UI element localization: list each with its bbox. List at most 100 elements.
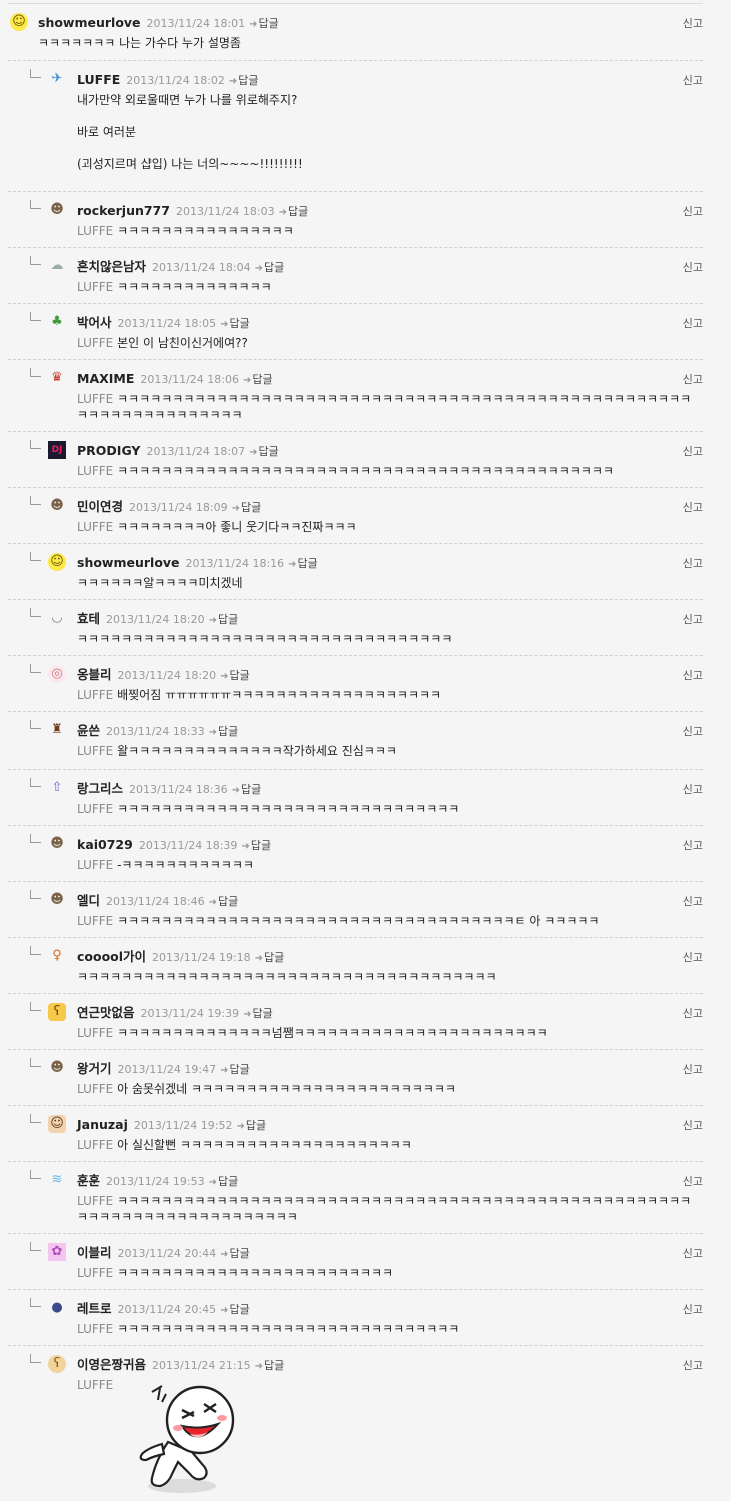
avatar-smiley-icon[interactable]: ☺ <box>48 553 66 571</box>
report-button[interactable]: 신고 <box>683 203 703 219</box>
mention-target[interactable]: LUFFE <box>77 392 113 406</box>
reply-button[interactable]: ➜답글 <box>288 557 318 570</box>
report-button[interactable]: 신고 <box>683 1357 703 1373</box>
mention-target[interactable]: LUFFE <box>77 464 113 478</box>
comment-author[interactable]: PRODIGY <box>77 443 140 458</box>
avatar-face-icon[interactable]: ☻ <box>48 835 66 853</box>
mention-target[interactable]: LUFFE <box>77 1266 113 1280</box>
comment-author[interactable]: 레트로 <box>77 1301 112 1316</box>
comment-author[interactable]: 훈훈 <box>77 1173 100 1188</box>
comment-author[interactable]: 연근맛없음 <box>77 1005 135 1020</box>
reply-button[interactable]: ➜답글 <box>279 205 309 218</box>
mention-target[interactable]: LUFFE <box>77 280 113 294</box>
mention-target[interactable]: LUFFE <box>77 224 113 238</box>
report-button[interactable]: 신고 <box>683 1301 703 1317</box>
report-button[interactable]: 신고 <box>683 949 703 965</box>
avatar-crown-icon[interactable]: ♛ <box>48 369 66 387</box>
comment-author[interactable]: cooool가이 <box>77 949 146 964</box>
report-button[interactable]: 신고 <box>683 1005 703 1021</box>
mention-target[interactable]: LUFFE <box>77 520 113 534</box>
mention-target[interactable]: LUFFE <box>77 858 113 872</box>
comment-author[interactable]: rockerjun777 <box>77 203 170 218</box>
avatar-smiley-icon[interactable]: ☺ <box>10 13 28 31</box>
reply-button[interactable]: ➜답글 <box>255 1359 285 1372</box>
avatar-face-icon[interactable]: ☻ <box>48 1059 66 1077</box>
reply-button[interactable]: ➜답글 <box>220 1063 250 1076</box>
avatar-bear-icon[interactable]: ʕ <box>48 1003 66 1021</box>
reply-button[interactable]: ➜답글 <box>220 669 250 682</box>
comment-author[interactable]: showmeurlove <box>38 15 141 30</box>
comment-author[interactable]: MAXIME <box>77 371 134 386</box>
avatar-tree-icon[interactable]: ♣ <box>48 313 66 331</box>
reply-button[interactable]: ➜답글 <box>220 1247 250 1260</box>
mention-target[interactable]: LUFFE <box>77 1378 113 1392</box>
avatar-ghost-icon[interactable]: ☁ <box>48 257 66 275</box>
comment-author[interactable]: showmeurlove <box>77 555 180 570</box>
report-button[interactable]: 신고 <box>683 555 703 571</box>
avatar-flower-icon[interactable]: ✿ <box>48 1243 66 1261</box>
report-button[interactable]: 신고 <box>683 723 703 739</box>
avatar-bear-face-icon[interactable]: ʕ <box>48 1355 66 1373</box>
comment-author[interactable]: kai0729 <box>77 837 133 852</box>
report-button[interactable]: 신고 <box>683 1245 703 1261</box>
mention-target[interactable]: LUFFE <box>77 1026 113 1040</box>
reply-button[interactable]: ➜답글 <box>249 445 279 458</box>
report-button[interactable]: 신고 <box>683 259 703 275</box>
reply-button[interactable]: ➜답글 <box>220 1303 250 1316</box>
report-button[interactable]: 신고 <box>683 1061 703 1077</box>
mention-target[interactable]: LUFFE <box>77 1082 113 1096</box>
reply-button[interactable]: ➜답글 <box>243 373 273 386</box>
report-button[interactable]: 신고 <box>683 611 703 627</box>
report-button[interactable]: 신고 <box>683 443 703 459</box>
reply-button[interactable]: ➜답글 <box>232 783 262 796</box>
avatar-face-icon[interactable]: ☻ <box>48 201 66 219</box>
mention-target[interactable]: LUFFE <box>77 914 113 928</box>
comment-author[interactable]: 박어사 <box>77 315 112 330</box>
report-button[interactable]: 신고 <box>683 315 703 331</box>
report-button[interactable]: 신고 <box>683 1117 703 1133</box>
mention-target[interactable]: LUFFE <box>77 744 113 758</box>
comment-author[interactable]: 엘디 <box>77 893 100 908</box>
comment-author[interactable]: 민이연경 <box>77 499 123 514</box>
comment-author[interactable]: 윤쓴 <box>77 723 100 738</box>
reply-button[interactable]: ➜답글 <box>220 317 250 330</box>
reply-button[interactable]: ➜답글 <box>243 1007 273 1020</box>
report-button[interactable]: 신고 <box>683 1173 703 1189</box>
mention-target[interactable]: LUFFE <box>77 688 113 702</box>
mention-target[interactable]: LUFFE <box>77 1194 113 1208</box>
avatar-boy-icon[interactable]: ☺ <box>48 1115 66 1133</box>
mention-target[interactable]: LUFFE <box>77 802 113 816</box>
report-button[interactable]: 신고 <box>683 371 703 387</box>
avatar-girl-icon[interactable]: ♀ <box>48 947 66 965</box>
avatar-wave-icon[interactable]: ≋ <box>48 1171 66 1189</box>
reply-button[interactable]: ➜답글 <box>209 1175 239 1188</box>
report-button[interactable]: 신고 <box>683 15 703 31</box>
reply-button[interactable]: ➜답글 <box>241 839 271 852</box>
avatar-smile-line-icon[interactable]: ◡ <box>48 609 66 627</box>
avatar-dj-icon[interactable]: DJ <box>48 441 66 459</box>
reply-button[interactable]: ➜답글 <box>237 1119 267 1132</box>
report-button[interactable]: 신고 <box>683 893 703 909</box>
comment-author[interactable]: 흔치않은남자 <box>77 259 146 274</box>
avatar-egg-face-icon[interactable]: ◎ <box>48 665 66 683</box>
reply-button[interactable]: ➜답글 <box>229 74 259 87</box>
avatar-face-icon[interactable]: ☻ <box>48 497 66 515</box>
report-button[interactable]: 신고 <box>683 837 703 853</box>
reply-button[interactable]: ➜답글 <box>209 725 239 738</box>
comment-author[interactable]: 옹블리 <box>77 667 112 682</box>
comment-author[interactable]: LUFFE <box>77 72 120 87</box>
report-button[interactable]: 신고 <box>683 781 703 797</box>
reply-button[interactable]: ➜답글 <box>209 613 239 626</box>
mention-target[interactable]: LUFFE <box>77 336 113 350</box>
reply-button[interactable]: ➜답글 <box>255 951 285 964</box>
mention-target[interactable]: LUFFE <box>77 1138 113 1152</box>
reply-button[interactable]: ➜답글 <box>209 895 239 908</box>
avatar-bird-icon[interactable]: ✈ <box>48 70 66 88</box>
comment-author[interactable]: 왕거기 <box>77 1061 112 1076</box>
avatar-face-icon[interactable]: ☻ <box>48 891 66 909</box>
comment-author[interactable]: 이블리 <box>77 1245 112 1260</box>
comment-author[interactable]: 이영은짱귀욤 <box>77 1357 146 1372</box>
report-button[interactable]: 신고 <box>683 667 703 683</box>
comment-author[interactable]: 랑그리스 <box>77 781 123 796</box>
reply-button[interactable]: ➜답글 <box>249 17 279 30</box>
